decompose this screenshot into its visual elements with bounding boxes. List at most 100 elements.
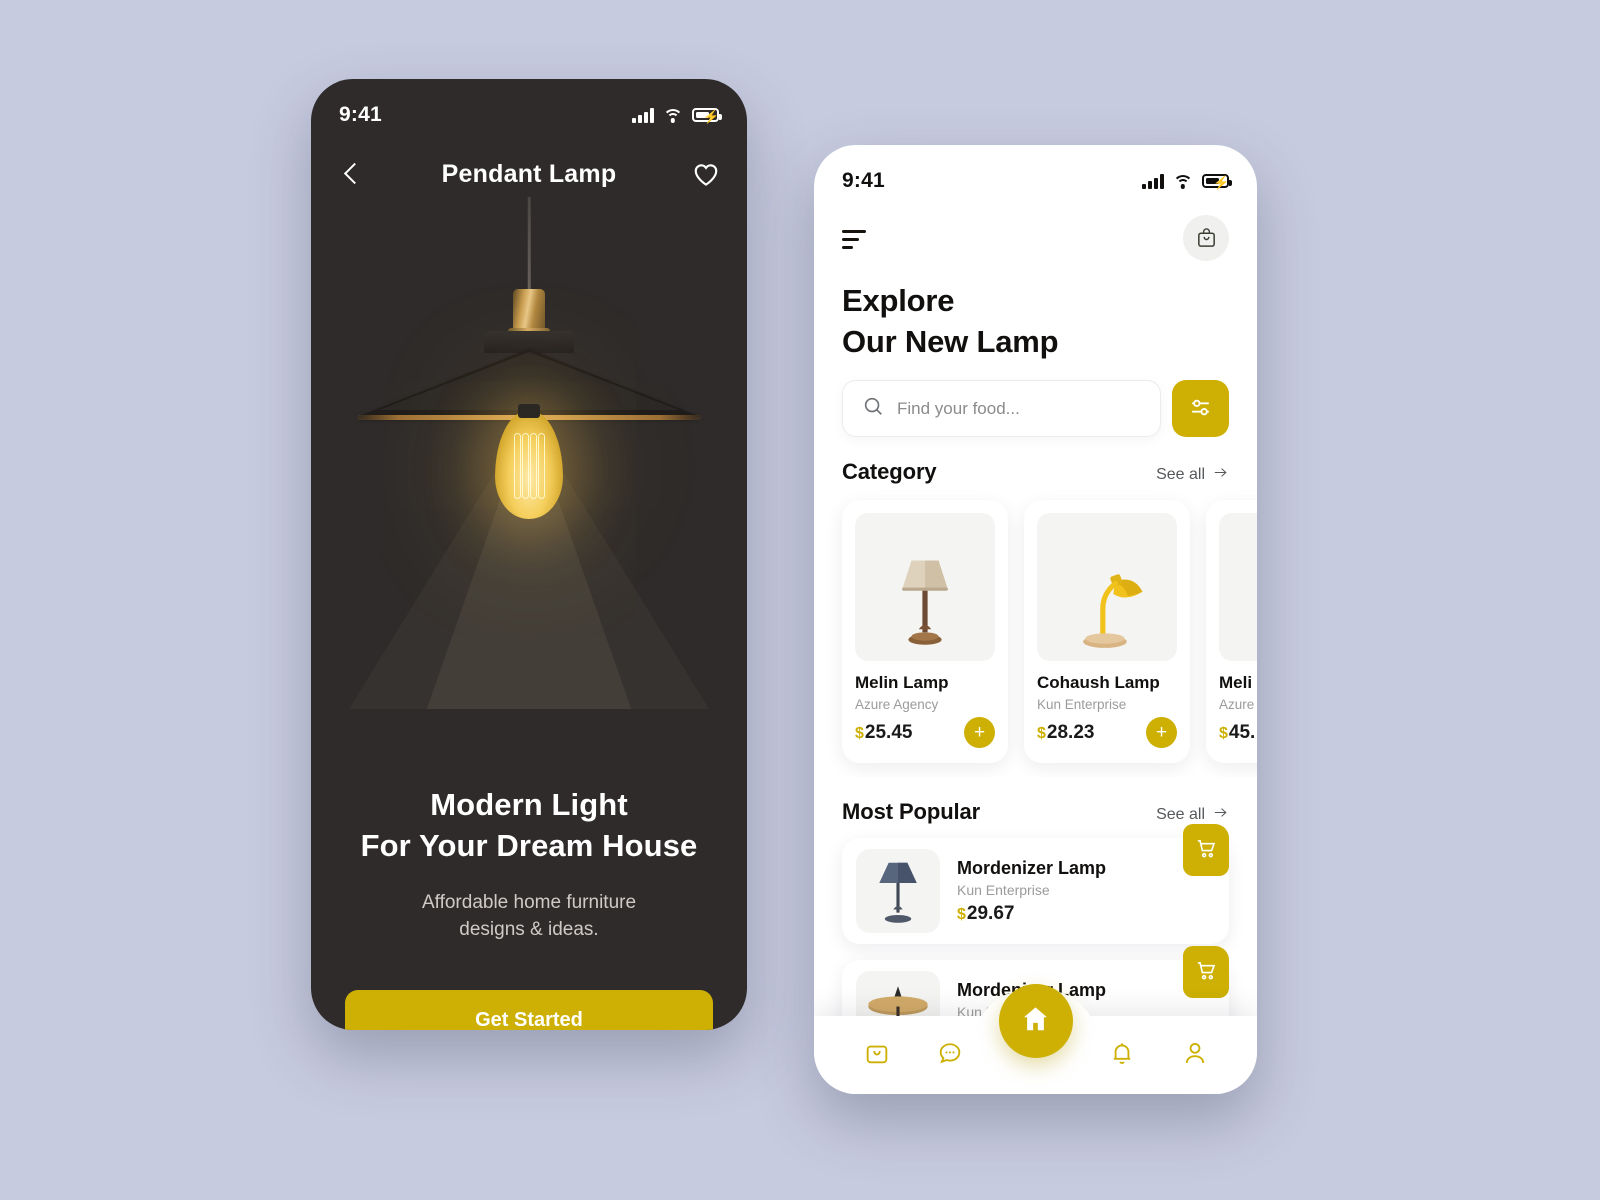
search-input[interactable] <box>897 398 1141 419</box>
product-vendor: Azure Agency <box>855 697 939 713</box>
headline-line-2: For Your Dream House <box>360 827 698 863</box>
bell-icon <box>1108 1039 1136 1072</box>
bulb-filament <box>514 433 545 501</box>
chevron-left-icon[interactable] <box>337 159 367 189</box>
price-value: 29.67 <box>966 902 1015 924</box>
page-title: Pendant Lamp <box>441 159 617 188</box>
popular-title: Most Popular <box>842 799 981 825</box>
explore-phone-mockup: 9:41 ⚡ Explore Our New Lamp Find your fo… <box>814 145 1257 1094</box>
category-carousel[interactable]: Melin Lamp Azure Agency $25.45 + Cohaush… <box>814 486 1257 777</box>
hamburger-menu-icon[interactable] <box>842 226 874 250</box>
title-line-1: Explore <box>842 283 955 318</box>
beige-table-lamp-image <box>855 513 995 662</box>
nav-profile[interactable] <box>1172 1032 1218 1078</box>
add-to-cart-button[interactable] <box>1183 946 1229 999</box>
see-all-label: See all <box>1156 806 1205 824</box>
product-vendor: Azure <box>1219 697 1255 713</box>
category-card[interactable]: Melin Lamp Azure Agency $25.45 + <box>842 500 1008 764</box>
currency-symbol: $ <box>1037 724 1046 742</box>
currency-symbol: $ <box>855 724 864 742</box>
headline-line-1: Modern Light <box>430 787 628 822</box>
lamp-cord <box>527 197 531 293</box>
status-indicators: ⚡ <box>632 107 722 124</box>
product-vendor: Kun Enterprise <box>1037 697 1127 713</box>
price-value: 25.45 <box>864 721 913 743</box>
search-box[interactable] <box>842 380 1161 438</box>
product-vendor: Kun Enterprise <box>957 881 1050 898</box>
onboarding-phone-mockup: 9:41 ⚡ Pendant Lamp Modern Light For You… <box>311 79 747 1030</box>
signal-bars-icon <box>632 107 654 123</box>
category-card[interactable]: Cohaush Lamp Kun Enterprise $28.23 + <box>1024 500 1190 764</box>
screenshot-canvas: 9:41 ⚡ Pendant Lamp Modern Light For You… <box>0 0 1600 1200</box>
category-card[interactable]: Meli Azure $45. + <box>1206 500 1257 764</box>
product-name: Meli <box>1219 673 1253 693</box>
subtext-line-1: Affordable home furniture <box>421 891 637 913</box>
chat-bubble-icon <box>936 1039 964 1072</box>
category-see-all-link[interactable]: See all <box>1156 464 1229 486</box>
status-time: 9:41 <box>339 103 382 126</box>
top-bar <box>814 205 1257 261</box>
currency-symbol: $ <box>957 905 966 923</box>
filter-sliders-icon <box>1188 395 1213 423</box>
explore-content: Explore Our New Lamp Find your food... C… <box>814 205 1257 1094</box>
currency-symbol: $ <box>1219 724 1228 742</box>
product-name: Mordenizer Lamp <box>957 857 1107 878</box>
price-value: 28.23 <box>1046 721 1095 743</box>
product-price: $29.67 <box>957 903 1215 925</box>
status-bar: 9:41 ⚡ <box>311 79 747 139</box>
cta-container: Get Started <box>311 989 747 1030</box>
detail-header: Pendant Lamp <box>311 139 747 195</box>
status-time: 9:41 <box>842 169 885 192</box>
get-started-button[interactable]: Get Started <box>345 989 713 1030</box>
table-lamp-image <box>1219 513 1257 662</box>
arrow-right-icon <box>1212 464 1229 486</box>
navy-table-lamp-image <box>856 849 940 934</box>
pendant-lamp-hero-image <box>311 189 747 709</box>
arrow-right-icon <box>1212 804 1229 826</box>
onboarding-copy: Modern Light For Your Dream House Afford… <box>311 785 747 944</box>
filter-button[interactable] <box>1172 380 1229 438</box>
price-value: 45. <box>1228 721 1256 743</box>
shopping-cart-icon <box>1195 837 1218 863</box>
shopping-bag-icon <box>863 1039 891 1072</box>
user-icon <box>1181 1039 1209 1072</box>
product-name: Mordenizer Lamp <box>957 979 1107 1000</box>
nav-messages[interactable] <box>927 1032 973 1078</box>
status-indicators: ⚡ <box>1142 173 1232 190</box>
lamp-socket <box>508 289 550 340</box>
home-fab-button[interactable] <box>998 984 1073 1058</box>
add-to-cart-button[interactable]: + <box>1146 717 1177 749</box>
popular-section-header: Most Popular See all <box>814 777 1257 826</box>
page-title: Explore Our New Lamp <box>814 261 1257 362</box>
search-icon <box>862 395 884 422</box>
battery-charging-icon: ⚡ <box>1202 174 1232 190</box>
home-icon <box>1019 1003 1052 1039</box>
title-line-2: Our New Lamp <box>842 323 1059 359</box>
list-item[interactable]: Mordenizer Lamp Kun Enterprise $29.67 <box>842 824 1229 945</box>
popular-see-all-link[interactable]: See all <box>1156 804 1229 826</box>
add-to-cart-button[interactable]: + <box>964 717 995 749</box>
product-price: $28.23 <box>1037 722 1094 744</box>
product-price: $25.45 <box>855 722 912 744</box>
shopping-bag-icon[interactable] <box>1183 215 1229 261</box>
heart-icon[interactable] <box>691 159 721 189</box>
category-section-header: Category See all <box>814 437 1257 486</box>
search-row <box>814 362 1257 438</box>
yellow-desk-lamp-image <box>1037 513 1177 662</box>
product-price: $45. <box>1219 722 1255 744</box>
wifi-icon <box>1173 174 1193 189</box>
category-title: Category <box>842 459 937 485</box>
add-to-cart-button[interactable] <box>1183 824 1229 877</box>
product-name: Cohaush Lamp <box>1037 673 1160 693</box>
nav-shop[interactable] <box>854 1032 900 1078</box>
wifi-icon <box>663 108 683 123</box>
signal-bars-icon <box>1142 173 1164 189</box>
status-bar: 9:41 ⚡ <box>814 145 1257 205</box>
battery-charging-icon: ⚡ <box>692 108 722 124</box>
product-name: Melin Lamp <box>855 673 949 693</box>
see-all-label: See all <box>1156 466 1205 484</box>
shopping-cart-icon <box>1195 959 1218 985</box>
nav-notifications[interactable] <box>1099 1032 1145 1078</box>
bottom-navigation-bar <box>814 984 1257 1094</box>
subtext-line-2: designs & ideas. <box>459 919 599 941</box>
